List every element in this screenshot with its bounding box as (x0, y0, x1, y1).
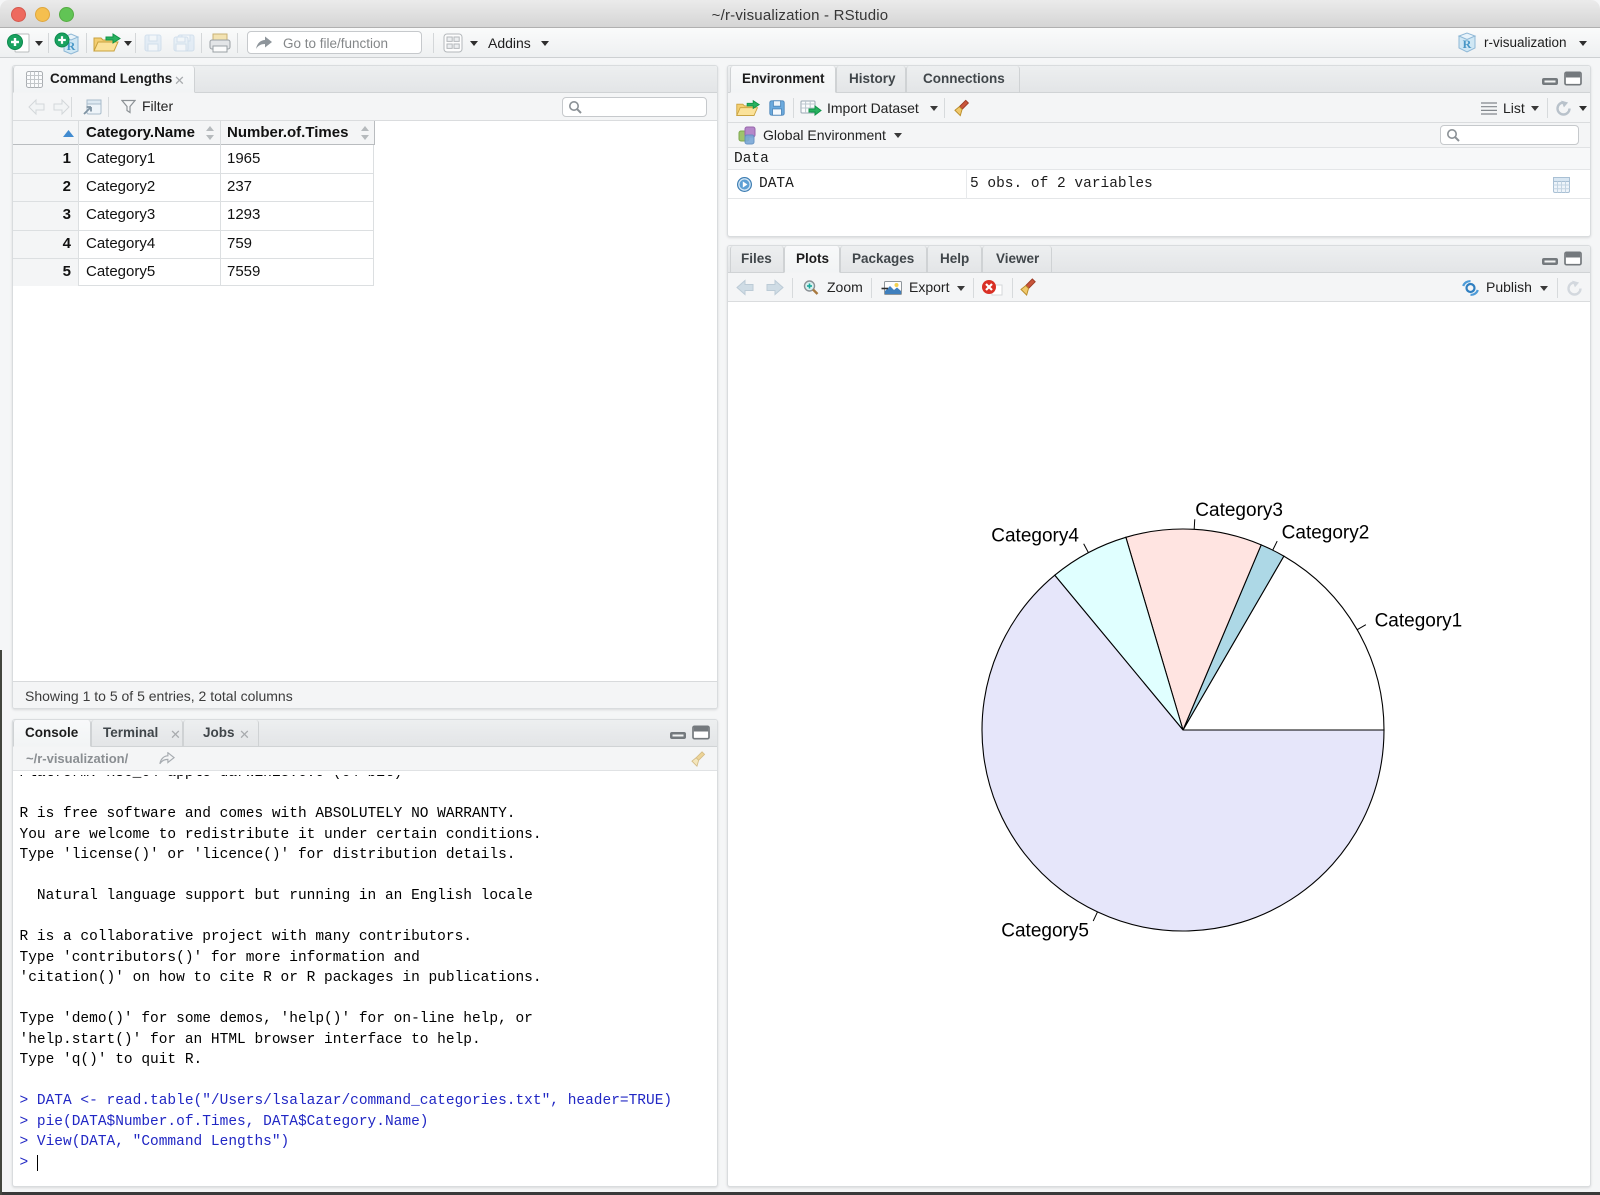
svg-text:Category2: Category2 (1282, 523, 1370, 544)
svg-text:Category3: Category3 (1195, 500, 1283, 521)
svg-text:R: R (1463, 37, 1472, 51)
svg-text:Category5: Category5 (1001, 921, 1089, 942)
svg-text:Category4: Category4 (991, 526, 1079, 547)
svg-text:Category1: Category1 (1375, 610, 1463, 631)
